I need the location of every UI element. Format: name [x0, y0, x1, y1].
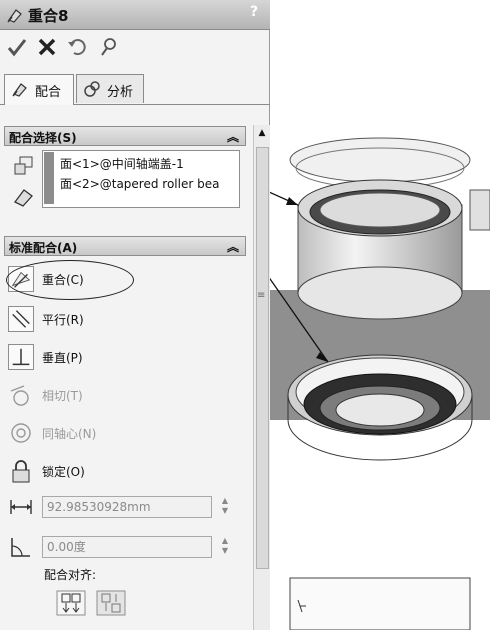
lock-icon — [12, 460, 30, 483]
mate-tangent[interactable]: 相切(T) — [8, 380, 238, 410]
mate-alignment-label: 配合对齐: — [44, 568, 97, 582]
mate-perpendicular-label: 垂直(P) — [42, 351, 83, 365]
tangent-icon — [10, 385, 29, 406]
aligned-icon[interactable] — [56, 590, 86, 616]
highlight-ellipse — [6, 260, 134, 300]
title-bar: 重合8 ? — [0, 0, 270, 30]
mate-selections-header[interactable]: 配合选择(S) ︽ — [4, 126, 246, 146]
housing-part — [289, 577, 471, 630]
undo-icon[interactable] — [66, 36, 88, 58]
angle-field[interactable]: 0.00度 — [42, 536, 212, 558]
pushpin-icon[interactable] — [98, 36, 120, 58]
property-manager: 重合8 ? 配合 分析 配合选择(S) ︽ 面<1>@中间轴端盖-1 面<2>@… — [0, 0, 270, 630]
tab-analysis-label: 分析 — [107, 85, 134, 100]
check-icon[interactable] — [6, 36, 28, 58]
panel-scrollbar[interactable]: ▲ ≡ — [253, 125, 270, 630]
mate-concentric-label: 同轴心(N) — [42, 427, 97, 441]
mate-lock-label: 锁定(O) — [42, 465, 85, 479]
angle-icon — [11, 538, 30, 557]
tab-mates-label: 配合 — [35, 85, 62, 100]
scroll-up-icon[interactable]: ▲ — [254, 125, 270, 141]
help-icon[interactable]: ? — [246, 4, 262, 22]
analysis-icon — [84, 81, 100, 97]
distance-field[interactable]: 92.98530928mm — [42, 496, 212, 518]
scrollbar-thumb[interactable] — [256, 147, 269, 569]
mate-parallel[interactable]: 平行(R) — [8, 304, 238, 334]
anti-aligned-icon[interactable] — [96, 590, 126, 616]
page-title: 重合8 — [28, 7, 69, 25]
mate-concentric[interactable]: 同轴心(N) — [8, 418, 238, 448]
scroll-grip-icon: ≡ — [257, 290, 266, 301]
toolbar — [0, 30, 270, 64]
concentric-icon — [11, 423, 31, 443]
standard-mates-title: 标准配合(A) — [9, 241, 78, 255]
mate-selections-title: 配合选择(S) — [9, 131, 77, 145]
graphics-viewport[interactable] — [270, 0, 490, 630]
collapse-icon[interactable]: ︽ — [227, 128, 239, 145]
tab-strip: 配合 分析 — [0, 74, 270, 105]
selection-indicator — [44, 152, 54, 204]
distance-icon — [10, 500, 32, 514]
selection-item-face-2[interactable]: 面<2>@tapered roller bea — [60, 175, 236, 192]
close-icon[interactable] — [36, 36, 58, 58]
selection-entities-icon — [14, 156, 33, 175]
standard-mates-header[interactable]: 标准配合(A) ︽ — [4, 236, 246, 256]
mate-parallel-label: 平行(R) — [42, 313, 84, 327]
mate-perpendicular[interactable]: 垂直(P) — [8, 342, 238, 372]
mate-lock[interactable]: 锁定(O) — [8, 456, 238, 486]
mate-icon — [7, 9, 22, 23]
parallel-icon — [8, 306, 34, 332]
perpendicular-icon — [8, 344, 34, 370]
end-cap-part — [289, 137, 490, 320]
mate-icon — [14, 189, 33, 207]
mate-icon — [12, 83, 27, 97]
tab-analysis[interactable]: 分析 — [76, 74, 144, 103]
bearing-part — [287, 354, 473, 461]
collapse-icon[interactable]: ︽ — [227, 238, 239, 255]
mate-tangent-label: 相切(T) — [42, 389, 83, 403]
selection-item-face-1[interactable]: 面<1>@中间轴端盖-1 — [60, 155, 236, 172]
angle-spinner[interactable]: ▲ ▼ — [218, 536, 232, 558]
tab-mates[interactable]: 配合 — [4, 74, 74, 105]
distance-spinner[interactable]: ▲ ▼ — [218, 496, 232, 518]
